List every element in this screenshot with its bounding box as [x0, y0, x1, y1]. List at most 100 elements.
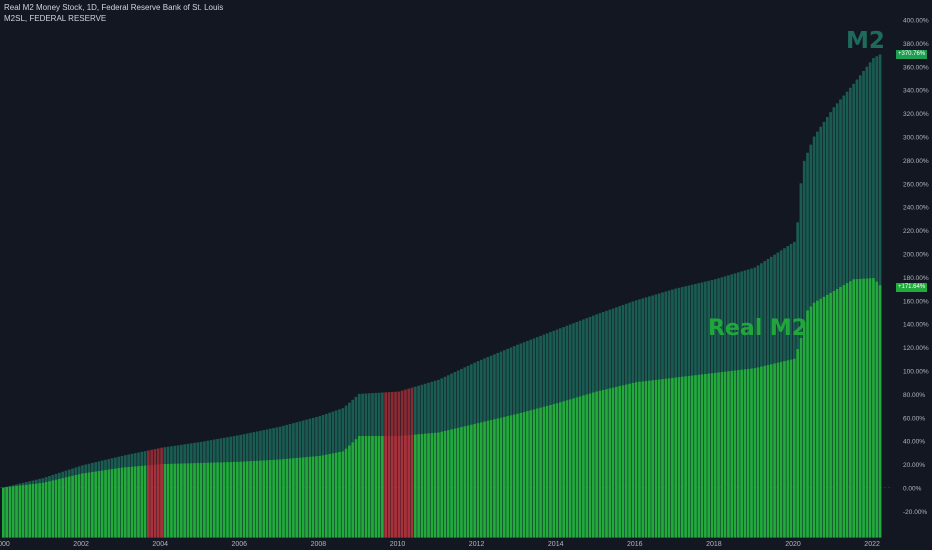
real-m2-bar	[446, 430, 450, 538]
real-m2-bar	[680, 376, 684, 538]
real-m2-bar	[166, 463, 170, 538]
y-tick-label: 240.00%	[903, 205, 929, 212]
real-m2-bar	[275, 459, 279, 538]
real-m2-bar	[328, 453, 331, 538]
real-m2-bar	[453, 428, 457, 538]
real-m2-bar	[196, 463, 200, 538]
real-m2-bar	[374, 436, 378, 538]
real-m2-bar	[542, 406, 546, 538]
real-m2-bar	[753, 368, 757, 538]
real-m2-bar	[423, 433, 427, 538]
y-tick-label: 180.00%	[903, 275, 929, 282]
real-m2-bar	[8, 486, 12, 538]
real-m2-bar	[229, 462, 233, 538]
real-m2-bar	[654, 379, 658, 538]
real-m2-bar	[779, 361, 783, 538]
real-m2-bar	[509, 415, 513, 538]
real-m2-bar	[120, 467, 124, 538]
real-m2-bar	[295, 457, 299, 538]
real-m2-bar	[163, 464, 167, 538]
x-tick-label: 2012	[469, 541, 485, 548]
chart-area: 400.00% 380.00% 360.00% 340.00% 320.00% 300.0…	[0, 18, 929, 548]
real-m2-bar	[58, 478, 61, 538]
real-m2-bar	[756, 367, 760, 538]
x-tick-label: 2022	[864, 541, 880, 548]
y-tick-label: 160.00%	[903, 298, 929, 305]
real-m2-bar	[245, 461, 249, 538]
real-m2-bar	[394, 436, 397, 538]
real-m2-bar	[825, 294, 829, 538]
real-m2-bar	[661, 379, 664, 538]
real-m2-bar	[621, 385, 625, 538]
real-m2-bar	[829, 292, 832, 538]
real-m2-bar	[417, 434, 420, 538]
real-m2-bar	[331, 453, 335, 538]
real-m2-bar	[160, 464, 163, 538]
real-m2-bar	[361, 436, 364, 538]
real-m2-bar	[21, 485, 25, 538]
real-m2-bar	[582, 395, 585, 538]
real-m2-bar	[496, 418, 500, 538]
real-m2-bar	[107, 469, 111, 538]
real-m2-bar	[226, 462, 229, 538]
real-m2-bar	[786, 360, 790, 538]
real-m2-bar	[384, 436, 388, 538]
y-tick-label: 20.00%	[903, 462, 925, 469]
real-m2-bar	[285, 458, 289, 538]
real-m2-bar	[440, 431, 444, 538]
real-m2-bar	[483, 421, 486, 538]
real-m2-bar	[499, 417, 503, 538]
real-m2-bar	[631, 382, 635, 538]
y-tick-label: 280.00%	[903, 158, 929, 165]
real-m2-bar	[634, 382, 638, 538]
real-m2-bar	[150, 464, 154, 538]
real-m2-bar	[268, 460, 272, 538]
real-m2-bar	[506, 416, 509, 538]
y-tick-label: 140.00%	[903, 322, 929, 329]
real-m2-bar	[545, 405, 549, 538]
real-m2-bar	[776, 362, 780, 538]
real-m2-bar	[348, 445, 351, 538]
real-m2-bar	[713, 372, 717, 538]
real-m2-bar	[743, 369, 747, 538]
real-m2-bar	[5, 487, 8, 538]
real-m2-bar	[410, 434, 414, 538]
real-m2-bar	[41, 482, 45, 538]
real-m2-bar	[727, 371, 730, 538]
m2-price-tag: +370.76%	[896, 49, 928, 59]
real-m2-bar	[628, 383, 631, 538]
x-tick-label: 2006	[232, 541, 248, 548]
real-m2-bar	[799, 338, 803, 538]
real-m2-bar	[819, 298, 823, 538]
real-m2-bar	[806, 310, 809, 538]
real-m2-bar	[473, 423, 476, 538]
real-m2-bar	[28, 484, 32, 538]
real-m2-bar	[81, 473, 84, 538]
real-m2-bar	[404, 435, 407, 538]
real-m2-bar	[651, 380, 654, 538]
real-m2-bar	[720, 372, 724, 538]
real-m2-bar	[849, 281, 852, 538]
real-m2-bar	[100, 470, 104, 538]
real-m2-bar	[832, 290, 836, 538]
real-m2-bar	[324, 454, 328, 538]
real-m2-bar	[249, 461, 252, 538]
x-tick-label: 2010	[390, 541, 406, 548]
real-m2-bar	[143, 465, 147, 538]
real-m2-bar	[305, 457, 308, 538]
real-m2-bar	[71, 475, 74, 538]
real-m2-bar	[809, 306, 813, 538]
real-m2-bar	[338, 452, 341, 538]
y-tick-label: 300.00%	[903, 135, 929, 142]
real-m2-bar	[90, 471, 94, 538]
real-m2-bar	[769, 364, 773, 538]
real-m2-bar	[677, 377, 681, 538]
real-m2-bar	[717, 372, 720, 538]
real-m2-bar	[321, 455, 325, 538]
y-tick-label: 0.00%	[903, 486, 922, 493]
real-m2-bar	[489, 420, 493, 538]
y-tick-label: 380.00%	[903, 41, 929, 48]
real-m2-bar	[816, 300, 819, 538]
real-m2-bar	[203, 462, 206, 538]
real-m2-bar	[519, 412, 523, 538]
